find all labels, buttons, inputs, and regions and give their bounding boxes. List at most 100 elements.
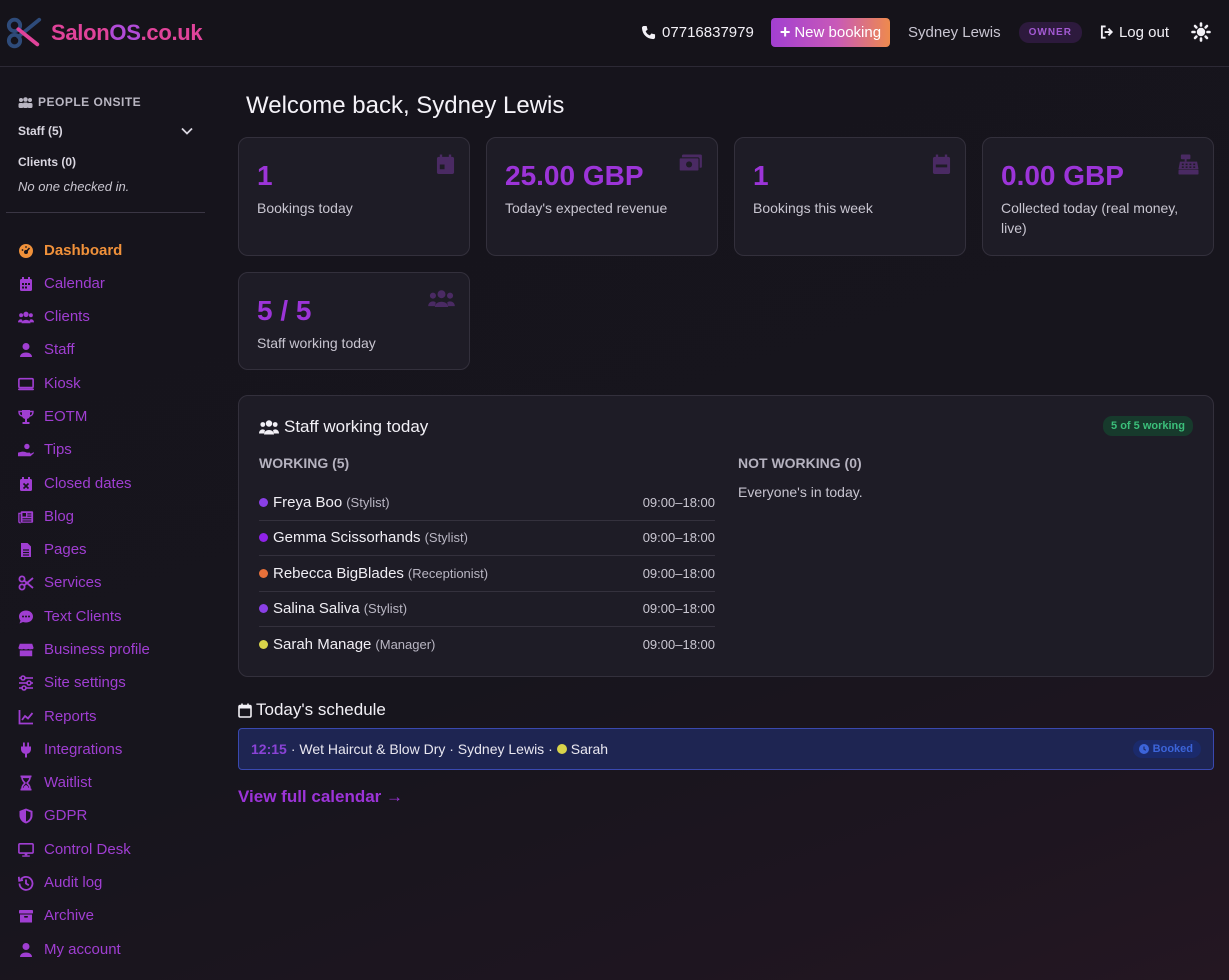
desktop-icon xyxy=(18,842,34,857)
sidebar-item-staff[interactable]: Staff xyxy=(18,341,75,358)
scissors-icon xyxy=(18,575,34,590)
sidebar-item-site-settings[interactable]: Site settings xyxy=(18,674,126,691)
plug-icon xyxy=(21,742,31,757)
staff-row[interactable]: Rebecca BigBlades (Receptionist) 09:00–18… xyxy=(259,556,715,592)
cash-register-icon xyxy=(1178,154,1199,175)
sidebar-item-audit-log[interactable]: Audit log xyxy=(18,874,102,891)
sidebar-item-label: Reports xyxy=(44,708,97,725)
clients-onsite-label: Clients (0) xyxy=(18,155,77,169)
staff-role: (Receptionist) xyxy=(407,565,489,581)
money-icon xyxy=(678,154,703,173)
staff-color-dot xyxy=(259,604,268,614)
sidebar-item-reports[interactable]: Reports xyxy=(18,708,97,725)
booking-status-badge: Booked xyxy=(1132,740,1201,758)
clock-icon xyxy=(1138,744,1149,754)
stat-card-expected-revenue: 25.00 GBP Today's expected revenue xyxy=(486,137,718,256)
booking-details: · Wet Haircut & Blow Dry · Sydney Lewis … xyxy=(291,741,608,757)
sidebar-item-archive[interactable]: Archive xyxy=(18,907,94,924)
sidebar-item-waitlist[interactable]: Waitlist xyxy=(18,774,92,791)
role-badge: OWNER xyxy=(1018,21,1082,43)
user-icon xyxy=(20,342,32,357)
theme-toggle[interactable] xyxy=(1191,22,1211,42)
logout-button[interactable]: Log out xyxy=(1100,24,1169,41)
trophy-icon xyxy=(18,409,34,424)
stat-card-bookings-week: 1 Bookings this week xyxy=(734,137,966,256)
calendar-week-icon xyxy=(932,154,951,175)
staff-name: Sarah Manage xyxy=(273,636,372,654)
phone-number: 07716837979 xyxy=(662,23,754,41)
logo[interactable]: SalonOS.co.uk xyxy=(5,14,203,52)
sidebar-item-label: Kiosk xyxy=(44,375,81,392)
schedule-title-text: Today's schedule xyxy=(256,700,386,719)
staff-panel-title: Staff working today xyxy=(259,417,428,437)
view-full-calendar-link[interactable]: View full calendar → xyxy=(238,787,403,807)
sidebar-item-calendar[interactable]: Calendar xyxy=(18,275,105,292)
working-staff-list: Freya Boo (Stylist) 09:00–18:00 Gemma Sci… xyxy=(259,485,715,663)
sidebar-item-clients[interactable]: Clients xyxy=(18,308,90,325)
sidebar-item-label: Pages xyxy=(44,541,87,558)
phone-icon xyxy=(641,25,656,39)
page-title: Welcome back, Sydney Lewis xyxy=(246,92,565,119)
schedule-booking-row[interactable]: 12:15 · Wet Haircut & Blow Dry · Sydney … xyxy=(238,728,1214,770)
new-booking-label: New booking xyxy=(794,23,882,41)
staff-role: (Stylist) xyxy=(363,601,408,617)
sidebar-item-label: My account xyxy=(44,941,121,958)
users-icon xyxy=(259,420,279,435)
staff-color-dot xyxy=(259,568,268,578)
staff-row[interactable]: Freya Boo (Stylist) 09:00–18:00 xyxy=(259,485,715,521)
new-booking-button[interactable]: + New booking xyxy=(770,17,891,47)
sidebar-item-blog[interactable]: Blog xyxy=(18,508,74,525)
sidebar-item-label: Blog xyxy=(44,508,75,525)
sidebar-item-label: Dashboard xyxy=(44,242,123,259)
store-icon xyxy=(18,643,34,656)
schedule-heading: Today's schedule xyxy=(238,700,386,720)
sidebar-item-my-account[interactable]: My account xyxy=(18,941,121,958)
sidebar-item-kiosk[interactable]: Kiosk xyxy=(18,375,81,392)
users-icon xyxy=(428,289,455,308)
sidebar-item-label: Control Desk xyxy=(44,841,131,858)
staff-row[interactable]: Salina Saliva (Stylist) 09:00–18:00 xyxy=(259,592,715,627)
staff-row[interactable]: Sarah Manage (Manager) 09:00–18:00 xyxy=(259,627,715,663)
hourglass-icon xyxy=(20,775,32,790)
staff-hours: 09:00–18:00 xyxy=(642,601,715,617)
sidebar-item-control-desk[interactable]: Control Desk xyxy=(18,841,131,858)
staff-name: Salina Saliva xyxy=(273,600,360,618)
stat-card-staff-working: 5 / 5 Staff working today xyxy=(238,272,470,370)
top-bar: SalonOS.co.uk 07716837979 + New booking … xyxy=(0,0,1229,67)
newspaper-icon xyxy=(18,510,34,523)
chart-line-icon xyxy=(18,709,34,724)
staff-onsite-toggle[interactable]: Staff (5) xyxy=(18,124,193,138)
user-name: Sydney Lewis xyxy=(908,23,1001,41)
sidebar-item-gdpr[interactable]: GDPR xyxy=(18,807,87,824)
calendar-icon xyxy=(238,703,252,718)
phone-link[interactable]: 07716837979 xyxy=(641,24,754,41)
sun-icon xyxy=(1191,22,1211,42)
sidebar-item-tips[interactable]: Tips xyxy=(18,441,72,458)
sidebar-divider xyxy=(6,212,205,213)
staff-name: Rebecca BigBlades xyxy=(273,564,404,582)
hand-coin-icon xyxy=(18,443,34,456)
people-icon xyxy=(18,96,33,108)
staff-hours: 09:00–18:00 xyxy=(642,637,715,653)
staff-row[interactable]: Gemma Scissorhands (Stylist) 09:00–18:00 xyxy=(259,521,715,556)
sidebar-item-integrations[interactable]: Integrations xyxy=(18,741,122,758)
sidebar-item-pages[interactable]: Pages xyxy=(18,541,87,558)
booking-status-label: Booked xyxy=(1152,743,1193,755)
sidebar-item-business-profile[interactable]: Business profile xyxy=(18,641,150,658)
users-icon xyxy=(18,311,34,323)
staff-hours: 09:00–18:00 xyxy=(642,565,715,581)
sidebar-item-services[interactable]: Services xyxy=(18,574,102,591)
stat-value: 1 xyxy=(257,160,273,191)
stat-label: Bookings today xyxy=(257,200,353,216)
stat-label: Bookings this week xyxy=(753,200,873,216)
sidebar-item-closed-dates[interactable]: Closed dates xyxy=(18,475,132,492)
sidebar-item-eotm[interactable]: EOTM xyxy=(18,408,87,425)
calendar-day-icon xyxy=(436,154,455,175)
sidebar-item-label: Services xyxy=(44,574,102,591)
staff-name: Freya Boo xyxy=(273,493,343,511)
staff-color-dot xyxy=(556,744,567,754)
sidebar-item-label: Staff xyxy=(44,341,75,358)
sidebar-item-text-clients[interactable]: Text Clients xyxy=(18,608,122,625)
sidebar-item-dashboard[interactable]: Dashboard xyxy=(18,242,122,259)
stat-label: Today's expected revenue xyxy=(505,200,668,216)
